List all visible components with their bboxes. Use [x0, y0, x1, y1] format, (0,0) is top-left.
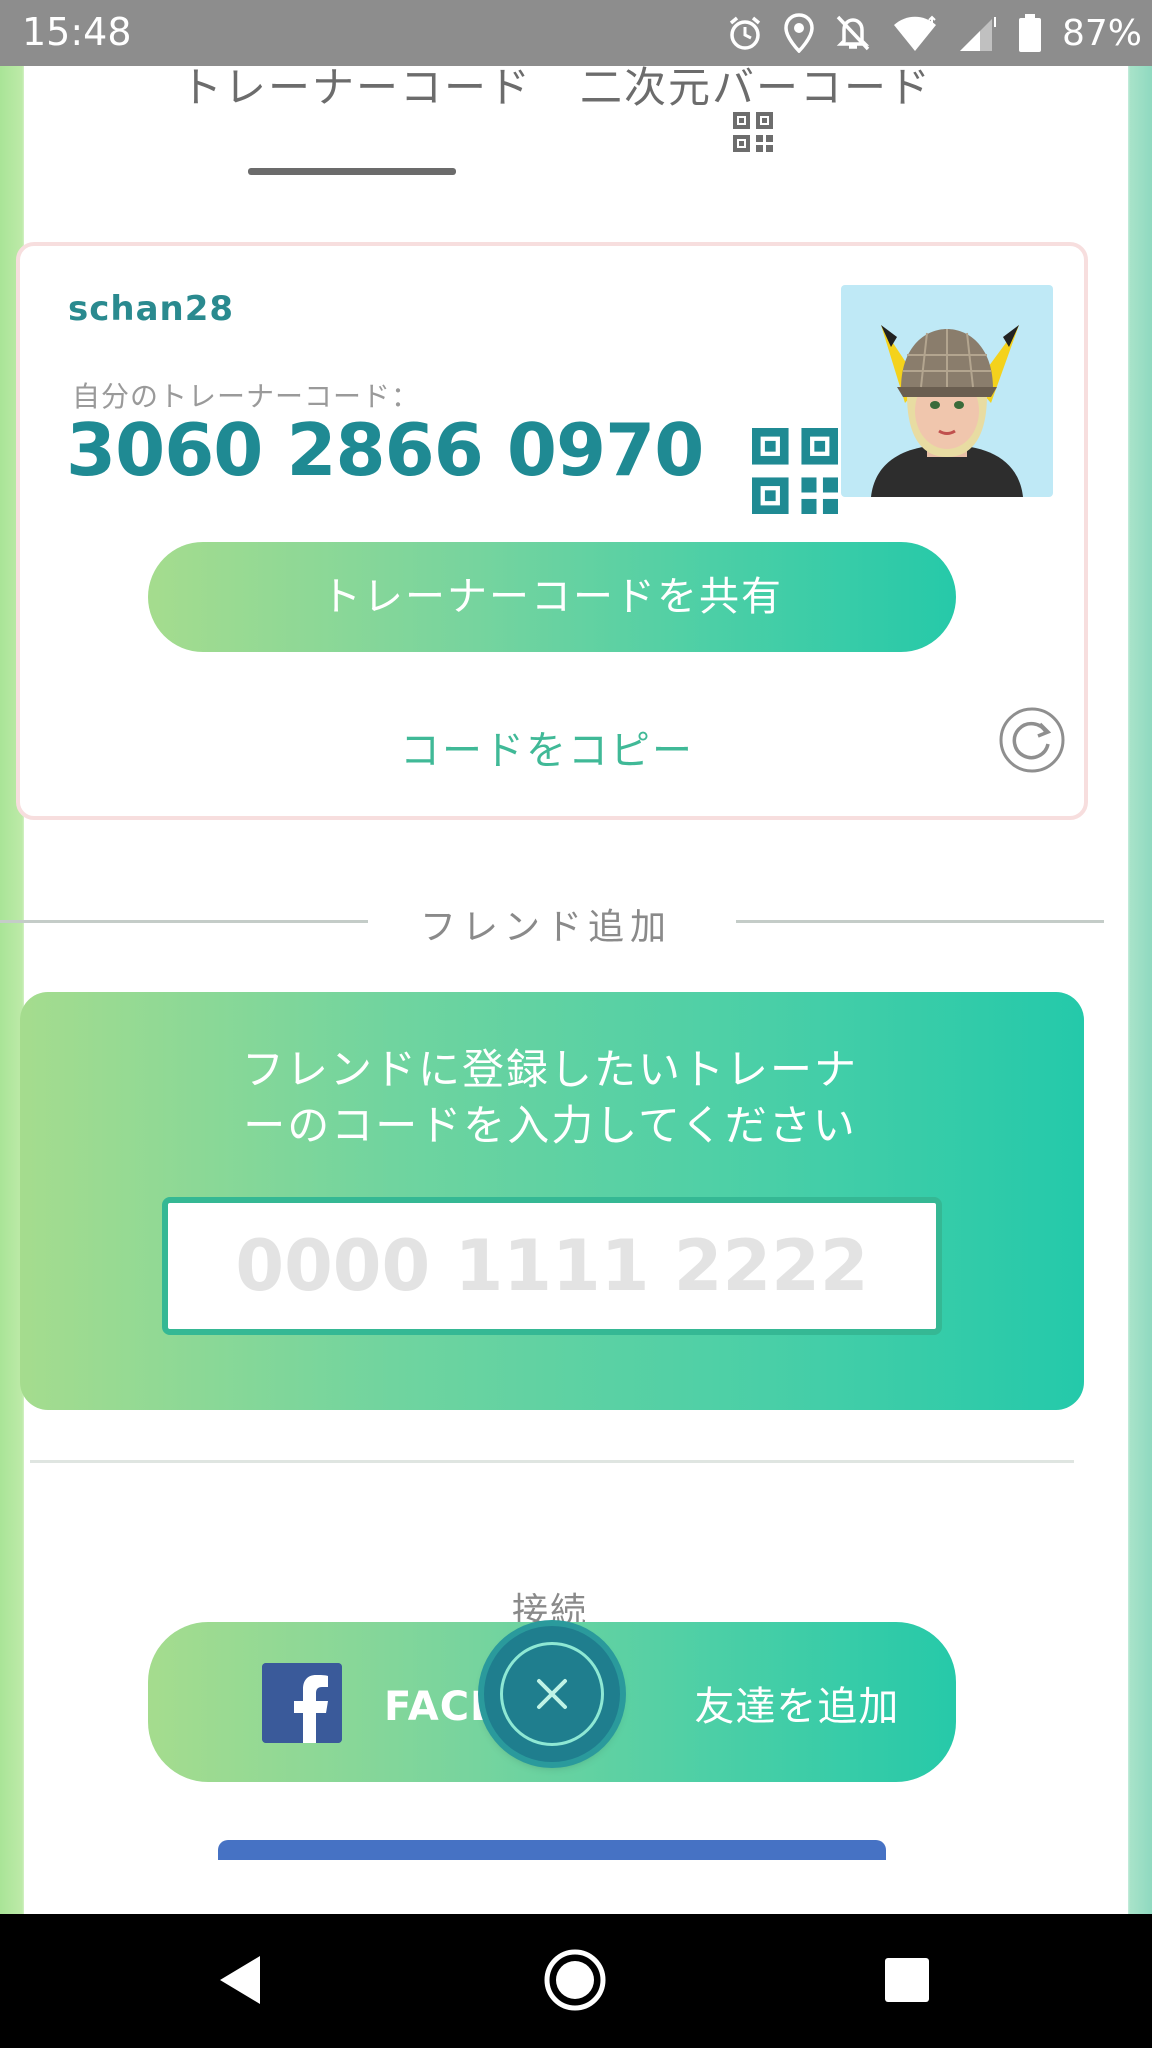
close-button[interactable] — [484, 1626, 620, 1762]
recents-icon[interactable] — [884, 1957, 930, 2003]
wifi-icon — [893, 15, 936, 51]
friend-add-prompt: フレンドに登録したいトレーナ ーのコードを入力してください — [200, 1042, 900, 1154]
facebook-button-label: FACE 友達を追加 — [384, 1674, 899, 1732]
copy-code-link[interactable]: コードをコピー — [400, 718, 694, 776]
qr-code-icon[interactable] — [733, 112, 773, 152]
trainer-code-value: 3060 2866 0970 — [66, 408, 704, 492]
section-divider-left — [0, 920, 368, 923]
back-icon[interactable] — [214, 1954, 266, 2006]
battery-icon — [1018, 14, 1041, 52]
facebook-button-suffix: 友達を追加 — [694, 1684, 900, 1730]
bell-off-icon — [836, 15, 870, 51]
active-tab-indicator — [248, 168, 456, 175]
section-divider-right — [736, 920, 1104, 923]
share-trainer-code-button[interactable]: トレーナーコードを共有 — [148, 542, 956, 652]
friend-add-prompt-line2: ーのコードを入力してください — [243, 1101, 857, 1150]
status-time: 15:48 — [22, 10, 132, 54]
location-icon — [784, 13, 814, 53]
next-button-edge[interactable] — [218, 1840, 886, 1860]
trainer-username: schan28 — [68, 289, 235, 329]
friend-add-heading: フレンド追加 — [420, 907, 673, 948]
system-nav-bar — [0, 1914, 1152, 2048]
home-icon[interactable] — [543, 1948, 607, 2012]
refresh-icon[interactable] — [996, 704, 1068, 776]
qr-code-icon[interactable] — [752, 428, 838, 514]
signal-icon — [959, 17, 996, 51]
trainer-avatar — [841, 285, 1053, 497]
alarm-icon — [729, 16, 761, 50]
friend-add-prompt-line1: フレンドに登録したいトレーナ — [241, 1045, 858, 1094]
close-icon — [537, 1679, 567, 1709]
status-icons: 87% — [726, 8, 1142, 58]
section-divider — [30, 1460, 1074, 1463]
facebook-button-prefix: FACE — [384, 1684, 499, 1730]
facebook-icon — [262, 1663, 342, 1743]
avatar-illustration — [871, 325, 1023, 497]
friend-code-input[interactable] — [162, 1197, 942, 1335]
battery-percent: 87% — [1061, 12, 1142, 54]
status-bar: 15:48 87% — [0, 0, 1152, 66]
